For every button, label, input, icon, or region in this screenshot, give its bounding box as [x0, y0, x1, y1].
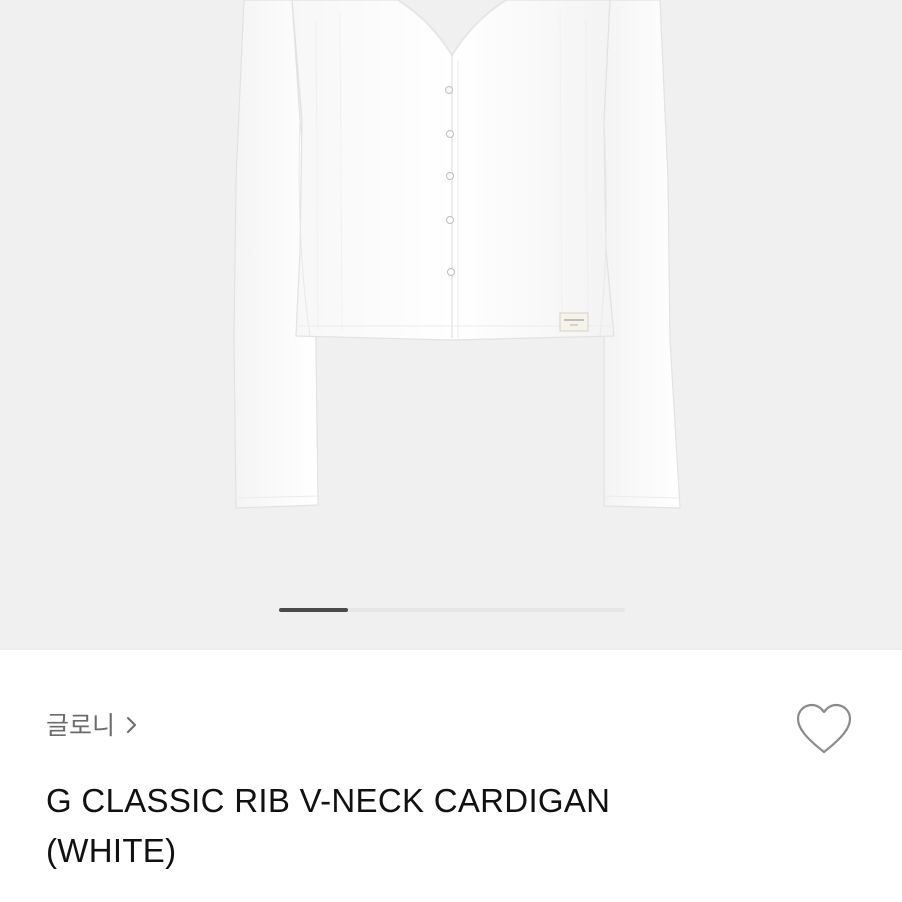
pager-active-indicator	[279, 608, 348, 612]
product-title: G CLASSIC RIB V-NECK CARDIGAN (WHITE)	[46, 776, 766, 876]
product-title-line-1: G CLASSIC RIB V-NECK CARDIGAN	[46, 782, 611, 819]
product-info: 글로니 G CLASSIC RIB V-NECK CARDIGAN (WHITE…	[0, 650, 902, 902]
product-image-gallery[interactable]	[0, 0, 902, 650]
product-title-line-2: (WHITE)	[46, 832, 177, 869]
chevron-right-icon	[125, 713, 139, 735]
brand-name: 글로니	[46, 711, 116, 740]
product-photo	[0, 0, 902, 650]
brand-link[interactable]: 글로니	[46, 706, 139, 742]
heart-outline-icon	[796, 703, 852, 754]
wishlist-button[interactable]	[794, 702, 854, 756]
